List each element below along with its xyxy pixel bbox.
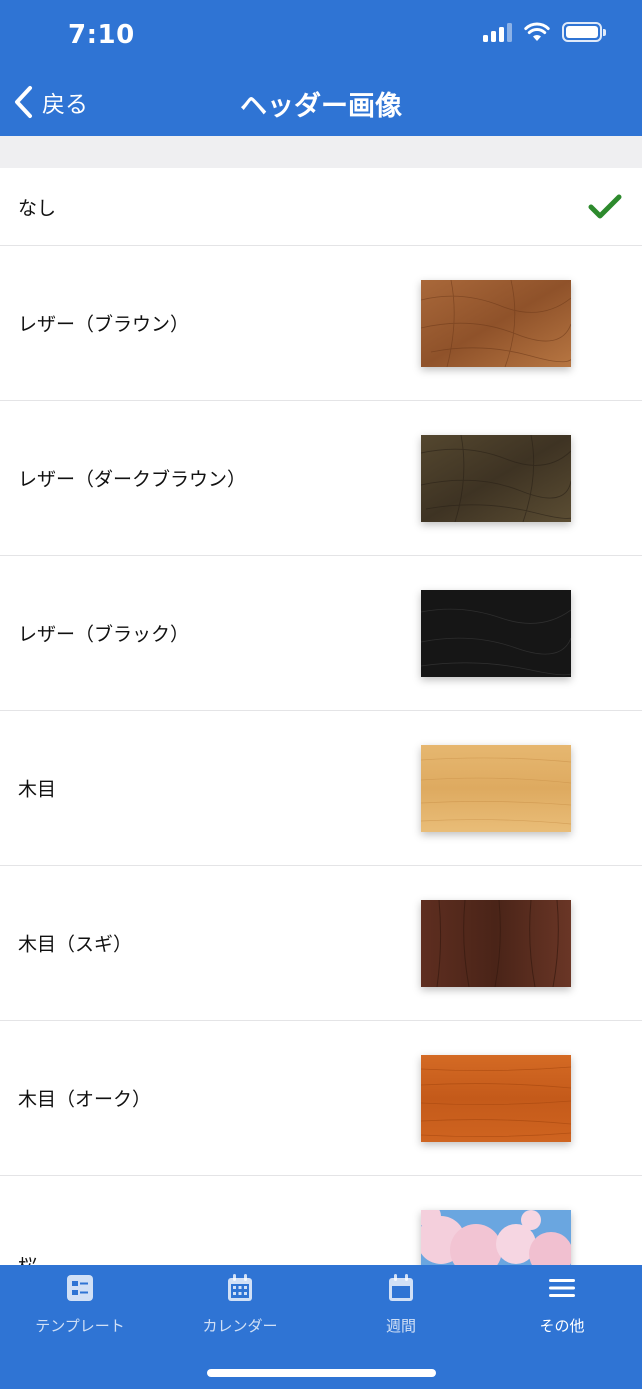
list-item-label: レザー（ダークブラウン） <box>18 468 247 491</box>
tab-label: テンプレート <box>35 1317 125 1335</box>
list-item-label: 木目（オーク） <box>18 1088 152 1111</box>
list-item-wood-cedar[interactable]: 木目（スギ） <box>0 866 642 1021</box>
tab-label: カレンダー <box>202 1317 278 1335</box>
list-item-leather-dark-brown[interactable]: レザー（ダークブラウン） <box>0 401 642 556</box>
list-item-label: なし <box>18 197 57 219</box>
status-time: 7:10 <box>68 20 135 50</box>
tab-more[interactable]: その他 <box>482 1273 642 1343</box>
list-item-leather-brown[interactable]: レザー（ブラウン） <box>0 246 642 401</box>
wood-light-swatch <box>421 745 571 832</box>
list-item-wood-oak[interactable]: 木目（オーク） <box>0 1021 642 1176</box>
list-item-label: レザー（ブラウン） <box>18 313 190 336</box>
header-image-list: なし レザー（ブラウン） レザー（ダークブラウン） レザー（ブラック） 木目 木… <box>0 168 642 1297</box>
leather-brown-swatch <box>421 280 571 367</box>
section-gap <box>0 136 642 168</box>
tab-week[interactable]: 週間 <box>321 1273 481 1343</box>
wifi-icon <box>524 22 550 42</box>
list-item-label: 木目 <box>18 778 57 801</box>
list-item-none[interactable]: なし <box>0 168 642 246</box>
wood-oak-swatch <box>421 1055 571 1142</box>
wood-cedar-swatch <box>421 900 571 987</box>
page-title: ヘッダー画像 <box>240 91 402 122</box>
status-icons <box>483 22 606 42</box>
leather-black-swatch <box>421 590 571 677</box>
home-indicator <box>207 1369 436 1377</box>
tab-label: その他 <box>539 1317 585 1335</box>
battery-icon <box>562 22 606 42</box>
list-item-label: レザー（ブラック） <box>18 623 190 646</box>
week-icon <box>389 1274 413 1301</box>
template-icon <box>67 1275 93 1301</box>
menu-icon <box>549 1279 575 1297</box>
tab-template[interactable]: テンプレート <box>0 1273 160 1343</box>
tab-calendar[interactable]: カレンダー <box>160 1273 320 1343</box>
list-item-wood-light[interactable]: 木目 <box>0 711 642 866</box>
checkmark-icon <box>588 194 622 218</box>
calendar-icon <box>228 1274 252 1301</box>
navigation-header: 7:10 戻る ヘッダー画像 <box>0 0 642 136</box>
tab-label: 週間 <box>385 1317 416 1335</box>
list-item-label: 木目（スギ） <box>18 933 133 956</box>
list-item-leather-black[interactable]: レザー（ブラック） <box>0 556 642 711</box>
leather-dark-brown-swatch <box>421 435 571 522</box>
cellular-signal-icon <box>483 22 512 42</box>
